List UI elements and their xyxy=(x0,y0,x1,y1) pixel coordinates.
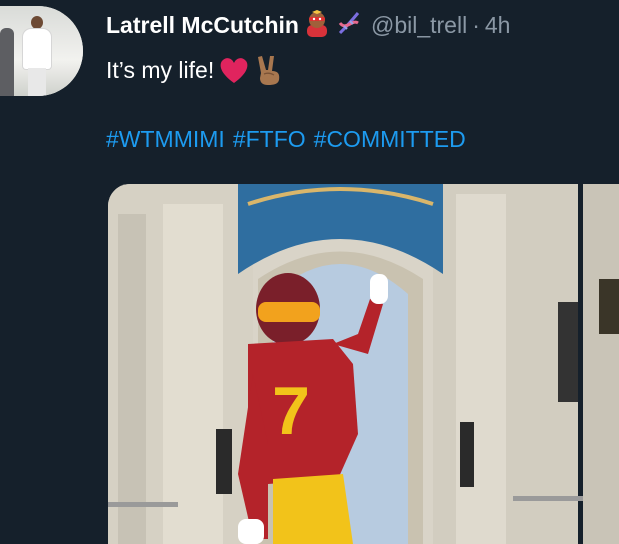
tweet-body: It’s my life! xyxy=(106,54,284,86)
avatar-background-figure xyxy=(0,28,14,96)
dna-emoji-icon xyxy=(335,9,363,42)
left-pillar-face xyxy=(163,204,223,544)
hashtag-link[interactable]: #WTMMIMI xyxy=(106,126,225,152)
red-heart-icon xyxy=(220,58,248,83)
left-pillar-panel xyxy=(118,214,146,544)
superhero-emoji-icon xyxy=(303,9,331,42)
hashtag-list: #WTMMIMI #FTFO #COMMITTED xyxy=(106,126,474,153)
plaque-adjacent xyxy=(599,279,619,334)
plaque-far-right xyxy=(558,302,578,402)
header-separator: · xyxy=(472,11,480,38)
tweet-header: Latrell McCutchin @bil_trell · 4h xyxy=(106,9,510,41)
adjacent-photo xyxy=(583,184,619,544)
hashtag-link[interactable]: #FTFO xyxy=(233,126,306,152)
media-photo-svg: 7 xyxy=(108,184,619,544)
avatar-head xyxy=(31,16,43,29)
player-pants xyxy=(273,474,353,544)
victory-hand-icon xyxy=(258,56,280,85)
tweet-text: It’s my life! xyxy=(106,56,215,83)
photo-gap xyxy=(578,184,583,544)
plaque-left xyxy=(216,429,232,494)
hashtag-link[interactable]: #COMMITTED xyxy=(314,126,466,152)
avatar-legs xyxy=(28,68,46,96)
player-glove-right xyxy=(370,274,388,304)
tweet-timestamp[interactable]: 4h xyxy=(485,12,511,39)
author-handle[interactable]: @bil_trell xyxy=(371,12,467,39)
display-name[interactable]: Latrell McCutchin xyxy=(106,12,299,39)
plaque-right xyxy=(460,422,474,487)
right-pillar-face xyxy=(456,194,506,544)
player-visor xyxy=(258,302,320,322)
tweet-media-photo[interactable]: 7 xyxy=(108,184,619,544)
player-glove-left xyxy=(238,519,264,544)
jersey-number: 7 xyxy=(272,373,310,449)
handrail-right xyxy=(513,496,583,501)
avatar-person xyxy=(20,16,54,96)
avatar-torso xyxy=(23,29,51,69)
author-avatar[interactable] xyxy=(0,6,83,96)
handrail-left xyxy=(108,502,178,507)
